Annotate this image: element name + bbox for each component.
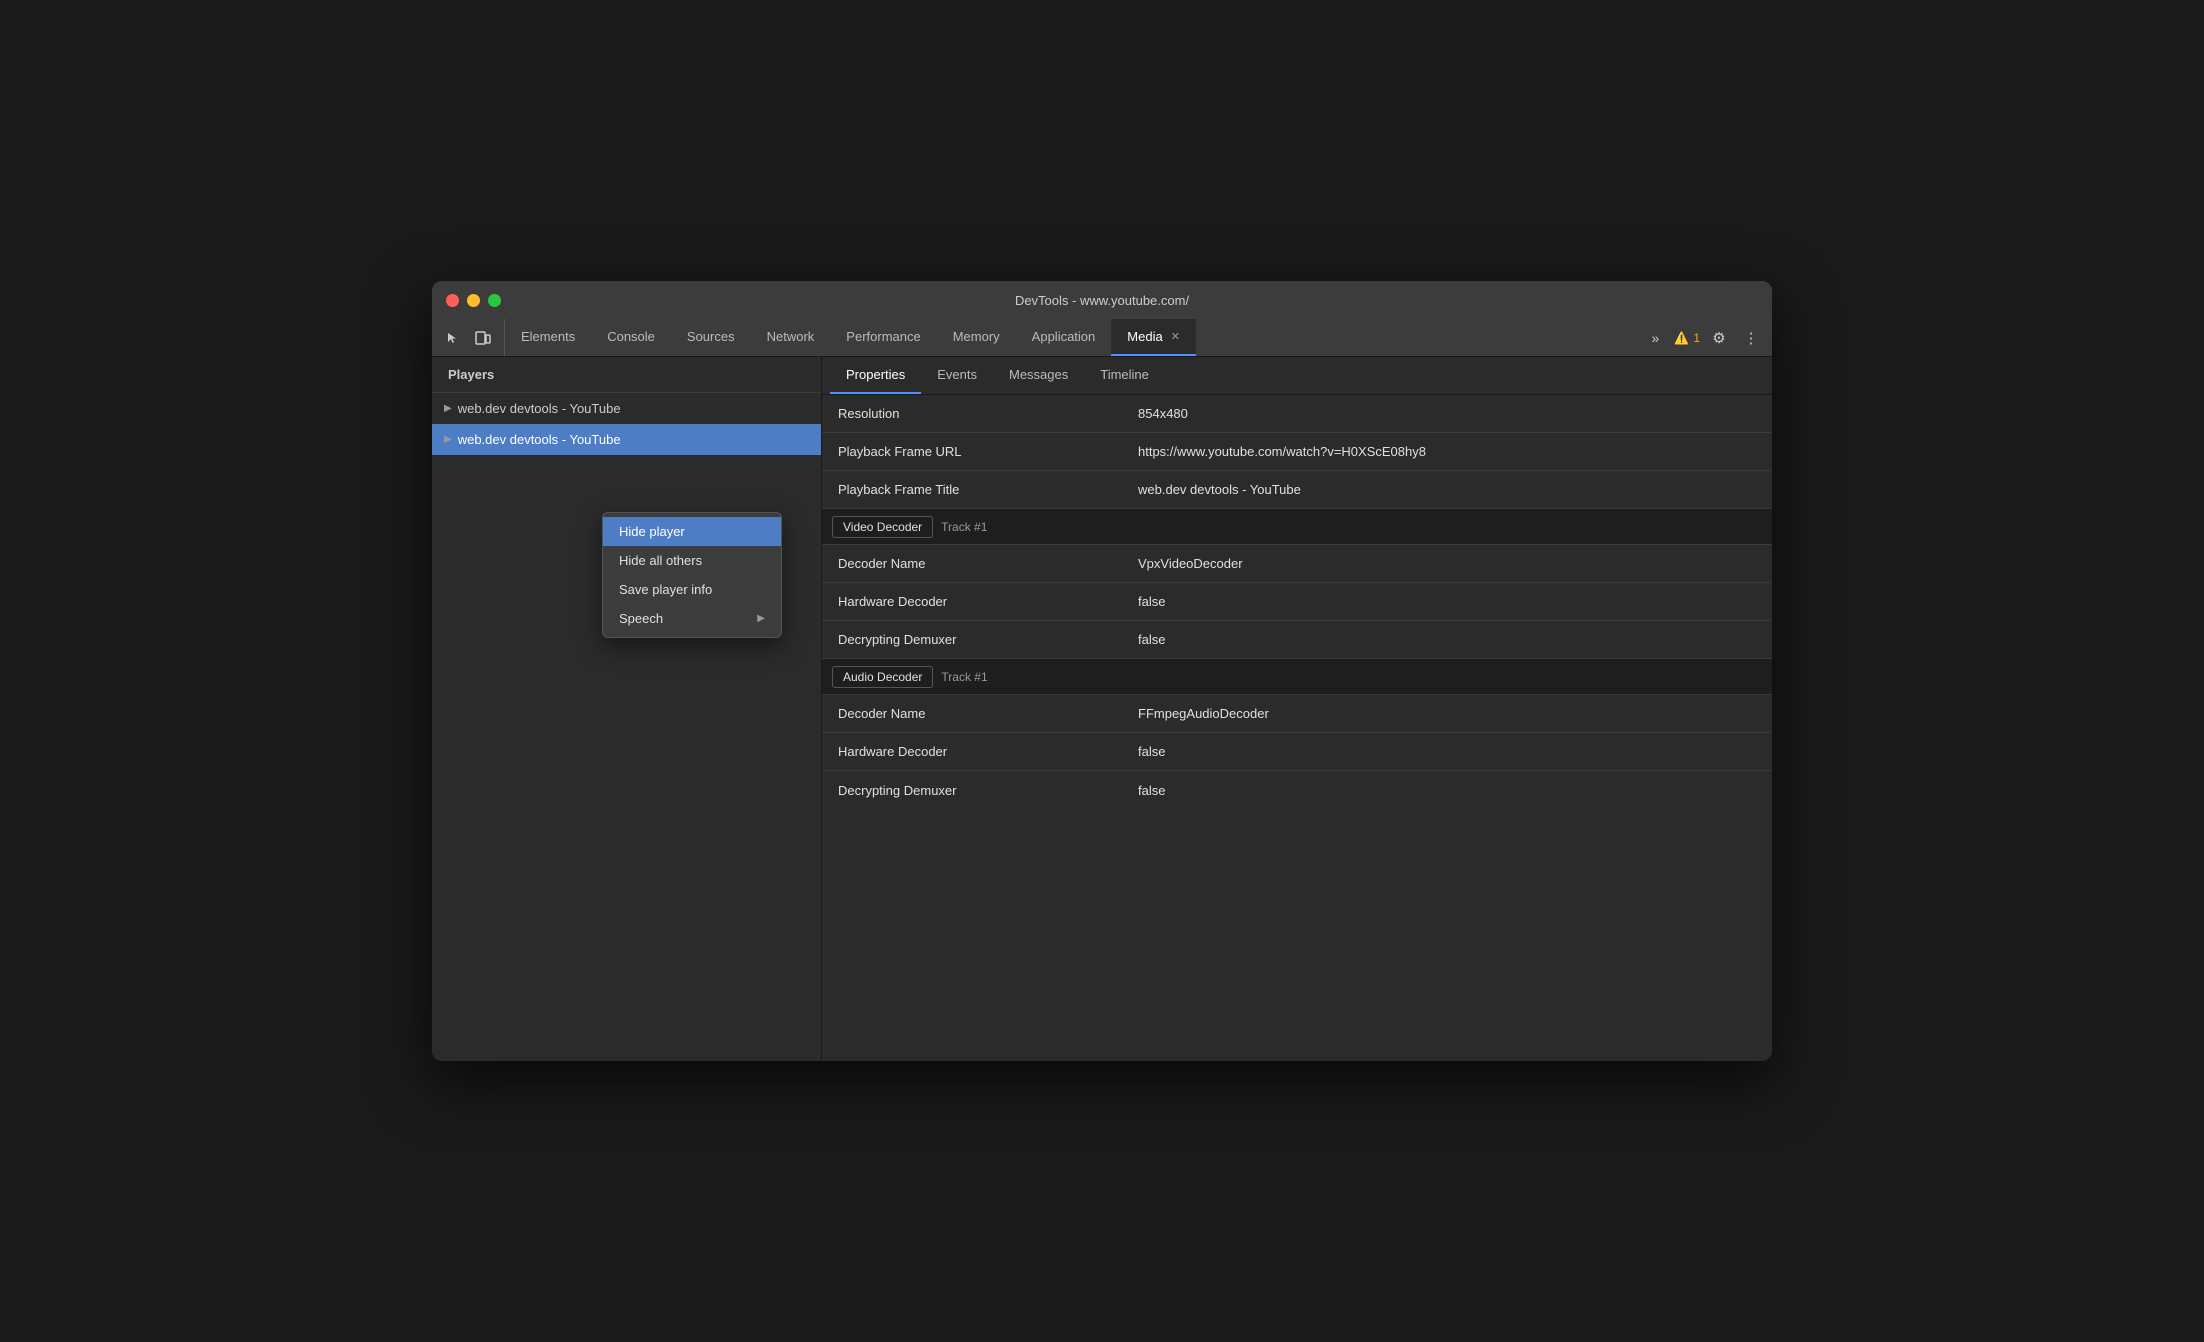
prop-val-resolution: 854x480 [1122,396,1772,431]
tab-events[interactable]: Events [921,357,993,394]
prop-row-v-hardware-decoder: Hardware Decoder false [822,583,1772,621]
more-options-icon[interactable]: ⋮ [1738,325,1764,351]
player-label-2: web.dev devtools - YouTube [458,432,621,447]
audio-decoder-section-header: Audio Decoder Track #1 [822,659,1772,695]
prop-row-v-decoder-name: Decoder Name VpxVideoDecoder [822,545,1772,583]
toolbar: Elements Console Sources Network Perform… [432,319,1772,357]
prop-row-resolution: Resolution 854x480 [822,395,1772,433]
player-item-2[interactable]: ▶ web.dev devtools - YouTube [432,424,821,455]
cursor-icon[interactable] [440,325,466,351]
speech-submenu-icon: ▶ [757,613,765,624]
warning-badge[interactable]: ⚠️ 1 [1674,331,1700,345]
warning-icon: ⚠️ [1674,331,1689,345]
prop-key-v-hardware-decoder: Hardware Decoder [822,584,1122,619]
prop-key-v-decrypting-demuxer: Decrypting Demuxer [822,622,1122,657]
prop-key-playback-title: Playback Frame Title [822,472,1122,507]
tab-console[interactable]: Console [591,319,671,356]
prop-row-playback-title: Playback Frame Title web.dev devtools - … [822,471,1772,509]
prop-val-v-hardware-decoder: false [1122,584,1772,619]
toolbar-right: » ⚠️ 1 ⚙ ⋮ [1634,319,1772,356]
prop-row-playback-url: Playback Frame URL https://www.youtube.c… [822,433,1772,471]
player-arrow-icon-2: ▶ [444,434,452,445]
prop-val-playback-title: web.dev devtools - YouTube [1122,472,1772,507]
prop-key-a-decoder-name: Decoder Name [822,696,1122,731]
context-item-hide-all-others[interactable]: Hide all others [603,546,781,575]
context-item-save-player-info[interactable]: Save player info [603,575,781,604]
warning-count: 1 [1693,331,1700,345]
tab-media[interactable]: Media ✕ [1111,319,1196,356]
maximize-button[interactable] [488,294,501,307]
audio-decoder-track: Track #1 [941,670,987,684]
prop-row-a-decoder-name: Decoder Name FFmpegAudioDecoder [822,695,1772,733]
video-decoder-badge: Video Decoder [832,516,933,538]
video-decoder-track: Track #1 [941,520,987,534]
audio-decoder-badge: Audio Decoder [832,666,933,688]
prop-val-a-hardware-decoder: false [1122,734,1772,769]
context-item-speech[interactable]: Speech ▶ [603,604,781,633]
prop-val-a-decrypting-demuxer: false [1122,773,1772,808]
toolbar-tabs: Elements Console Sources Network Perform… [505,319,1634,356]
context-item-hide-all-others-label: Hide all others [619,553,702,568]
sidebar-header: Players [432,357,821,393]
prop-val-playback-url: https://www.youtube.com/watch?v=H0XScE08… [1122,434,1772,469]
prop-val-a-decoder-name: FFmpegAudioDecoder [1122,696,1772,731]
video-decoder-section-header: Video Decoder Track #1 [822,509,1772,545]
settings-icon[interactable]: ⚙ [1706,325,1732,351]
tab-sources[interactable]: Sources [671,319,751,356]
tab-performance[interactable]: Performance [830,319,936,356]
tab-application[interactable]: Application [1016,319,1112,356]
context-item-speech-label: Speech [619,611,663,626]
media-tab-close-icon[interactable]: ✕ [1171,330,1180,343]
tab-messages[interactable]: Messages [993,357,1084,394]
tab-timeline[interactable]: Timeline [1084,357,1165,394]
tab-memory[interactable]: Memory [937,319,1016,356]
prop-key-a-hardware-decoder: Hardware Decoder [822,734,1122,769]
prop-row-v-decrypting-demuxer: Decrypting Demuxer false [822,621,1772,659]
toolbar-left-icons [432,319,505,356]
prop-row-a-hardware-decoder: Hardware Decoder false [822,733,1772,771]
player-item-1[interactable]: ▶ web.dev devtools - YouTube [432,393,821,424]
close-button[interactable] [446,294,459,307]
prop-val-v-decrypting-demuxer: false [1122,622,1772,657]
main-content: Players ▶ web.dev devtools - YouTube ▶ w… [432,357,1772,1061]
sidebar: Players ▶ web.dev devtools - YouTube ▶ w… [432,357,822,1061]
context-menu: Hide player Hide all others Save player … [602,512,782,638]
context-item-hide-player[interactable]: Hide player [603,517,781,546]
tab-network[interactable]: Network [751,319,831,356]
devtools-window: DevTools - www.youtube.com/ Elements Con… [432,281,1772,1061]
prop-val-v-decoder-name: VpxVideoDecoder [1122,546,1772,581]
player-arrow-icon-1: ▶ [444,403,452,414]
tab-elements[interactable]: Elements [505,319,591,356]
properties-table: Resolution 854x480 Playback Frame URL ht… [822,395,1772,1061]
minimize-button[interactable] [467,294,480,307]
tab-properties[interactable]: Properties [830,357,921,394]
prop-key-v-decoder-name: Decoder Name [822,546,1122,581]
window-controls [446,294,501,307]
panel: Properties Events Messages Timeline Reso… [822,357,1772,1061]
panel-tabs: Properties Events Messages Timeline [822,357,1772,395]
player-label-1: web.dev devtools - YouTube [458,401,621,416]
titlebar: DevTools - www.youtube.com/ [432,281,1772,319]
prop-key-a-decrypting-demuxer: Decrypting Demuxer [822,773,1122,808]
device-toolbar-icon[interactable] [470,325,496,351]
prop-row-a-decrypting-demuxer: Decrypting Demuxer false [822,771,1772,809]
prop-key-resolution: Resolution [822,396,1122,431]
prop-key-playback-url: Playback Frame URL [822,434,1122,469]
context-item-save-player-info-label: Save player info [619,582,712,597]
more-tabs-button[interactable]: » [1642,325,1668,351]
context-item-hide-player-label: Hide player [619,524,685,539]
window-title: DevTools - www.youtube.com/ [1015,293,1189,308]
